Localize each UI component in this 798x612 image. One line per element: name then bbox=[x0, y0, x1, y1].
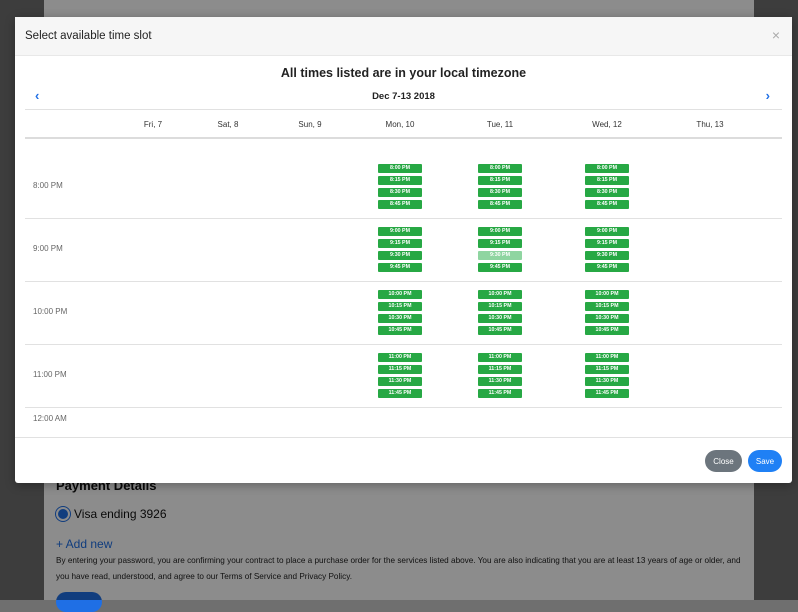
time-slot-button[interactable]: 8:15 PM bbox=[585, 176, 629, 185]
time-slot-button[interactable]: 9:00 PM bbox=[378, 227, 422, 236]
time-slot-button[interactable]: 10:45 PM bbox=[378, 326, 422, 335]
hour-divider bbox=[25, 344, 782, 345]
time-slot-button[interactable]: 10:00 PM bbox=[585, 290, 629, 299]
time-slot-button[interactable]: 11:45 PM bbox=[378, 389, 422, 398]
time-slot-button[interactable]: 9:45 PM bbox=[585, 263, 629, 272]
day-header: Tue, 11 bbox=[486, 120, 514, 129]
time-slot-button[interactable]: 9:15 PM bbox=[585, 239, 629, 248]
hour-label: 9:00 PM bbox=[33, 244, 63, 253]
time-slot-button[interactable]: 9:30 PM bbox=[585, 251, 629, 260]
close-icon[interactable]: × bbox=[772, 28, 780, 42]
time-slot-button[interactable]: 10:45 PM bbox=[478, 326, 522, 335]
time-slot-button[interactable]: 11:45 PM bbox=[478, 389, 522, 398]
day-header: Mon, 10 bbox=[385, 120, 415, 129]
time-slot-modal: Select available time slot × All times l… bbox=[15, 17, 792, 483]
calendar-grid: Fri, 7 Sat, 8 Sun, 9 Mon, 10 Tue, 11 Wed, 12 T… bbox=[25, 109, 782, 429]
time-slot-button[interactable]: 8:15 PM bbox=[378, 176, 422, 185]
time-slot-button[interactable]: 11:30 PM bbox=[585, 377, 629, 386]
time-slot-button[interactable]: 10:00 PM bbox=[378, 290, 422, 299]
time-slot-button[interactable]: 8:00 PM bbox=[378, 164, 422, 173]
modal-footer: Close Save bbox=[15, 437, 792, 484]
time-slot-button[interactable]: 11:15 PM bbox=[478, 365, 522, 374]
time-slot-button[interactable]: 10:15 PM bbox=[585, 302, 629, 311]
time-slot-button[interactable]: 9:15 PM bbox=[478, 239, 522, 248]
modal-title: Select available time slot bbox=[25, 30, 152, 42]
time-slot-button[interactable]: 11:00 PM bbox=[478, 353, 522, 362]
time-slot-button[interactable]: 11:45 PM bbox=[585, 389, 629, 398]
time-slot-button[interactable]: 9:45 PM bbox=[478, 263, 522, 272]
time-slot-button[interactable]: 9:00 PM bbox=[585, 227, 629, 236]
time-slot-button[interactable]: 11:15 PM bbox=[585, 365, 629, 374]
time-slot-button[interactable]: 11:00 PM bbox=[585, 353, 629, 362]
time-slot-button[interactable]: 8:00 PM bbox=[585, 164, 629, 173]
close-button[interactable]: Close bbox=[705, 450, 742, 472]
chevron-right-icon[interactable]: › bbox=[766, 89, 770, 102]
modal-header: Select available time slot × bbox=[15, 17, 792, 56]
hour-label: 11:00 PM bbox=[33, 370, 67, 379]
time-slot-button[interactable]: 10:45 PM bbox=[585, 326, 629, 335]
time-slot-button[interactable]: 8:30 PM bbox=[478, 188, 522, 197]
time-slot-button[interactable]: 10:30 PM bbox=[585, 314, 629, 323]
time-slot-button[interactable]: 10:15 PM bbox=[478, 302, 522, 311]
hour-label: 8:00 PM bbox=[33, 181, 63, 190]
time-slot-button[interactable]: 8:00 PM bbox=[478, 164, 522, 173]
hour-label: 10:00 PM bbox=[33, 307, 68, 316]
day-header: Wed, 12 bbox=[592, 120, 622, 129]
calendar-header-divider bbox=[25, 137, 782, 139]
time-slot-button[interactable]: 8:45 PM bbox=[585, 200, 629, 209]
time-slot-button[interactable]: 11:30 PM bbox=[378, 377, 422, 386]
date-range: Dec 7-13 2018 bbox=[372, 91, 435, 102]
hour-divider bbox=[25, 218, 782, 219]
time-slot-button[interactable]: 8:30 PM bbox=[378, 188, 422, 197]
time-slot-button[interactable]: 8:15 PM bbox=[478, 176, 522, 185]
time-slot-button[interactable]: 10:00 PM bbox=[478, 290, 522, 299]
time-slot-button[interactable]: 9:15 PM bbox=[378, 239, 422, 248]
calendar-top-divider bbox=[25, 109, 782, 110]
time-slot-button[interactable]: 10:30 PM bbox=[378, 314, 422, 323]
day-header: Fri, 7 bbox=[143, 120, 163, 129]
day-header: Sun, 9 bbox=[298, 120, 322, 129]
time-slot-button[interactable]: 8:45 PM bbox=[378, 200, 422, 209]
time-slot-button[interactable]: 9:30 PM bbox=[478, 251, 522, 260]
time-slot-button[interactable]: 8:45 PM bbox=[478, 200, 522, 209]
time-slot-button[interactable]: 9:45 PM bbox=[378, 263, 422, 272]
time-slot-button[interactable]: 10:30 PM bbox=[478, 314, 522, 323]
hour-divider bbox=[25, 281, 782, 282]
hour-divider bbox=[25, 407, 782, 408]
time-slot-button[interactable]: 11:00 PM bbox=[378, 353, 422, 362]
time-slot-button[interactable]: 9:00 PM bbox=[478, 227, 522, 236]
time-slot-button[interactable]: 10:15 PM bbox=[378, 302, 422, 311]
hour-label: 12:00 AM bbox=[33, 414, 67, 423]
time-slot-button[interactable]: 11:15 PM bbox=[378, 365, 422, 374]
day-header: Sat, 8 bbox=[217, 120, 239, 129]
timezone-note: All times listed are in your local timez… bbox=[280, 66, 527, 80]
time-slot-button[interactable]: 8:30 PM bbox=[585, 188, 629, 197]
save-button[interactable]: Save bbox=[748, 450, 782, 472]
time-slot-button[interactable]: 9:30 PM bbox=[378, 251, 422, 260]
day-header: Thu, 13 bbox=[696, 120, 724, 129]
time-slot-button[interactable]: 11:30 PM bbox=[478, 377, 522, 386]
